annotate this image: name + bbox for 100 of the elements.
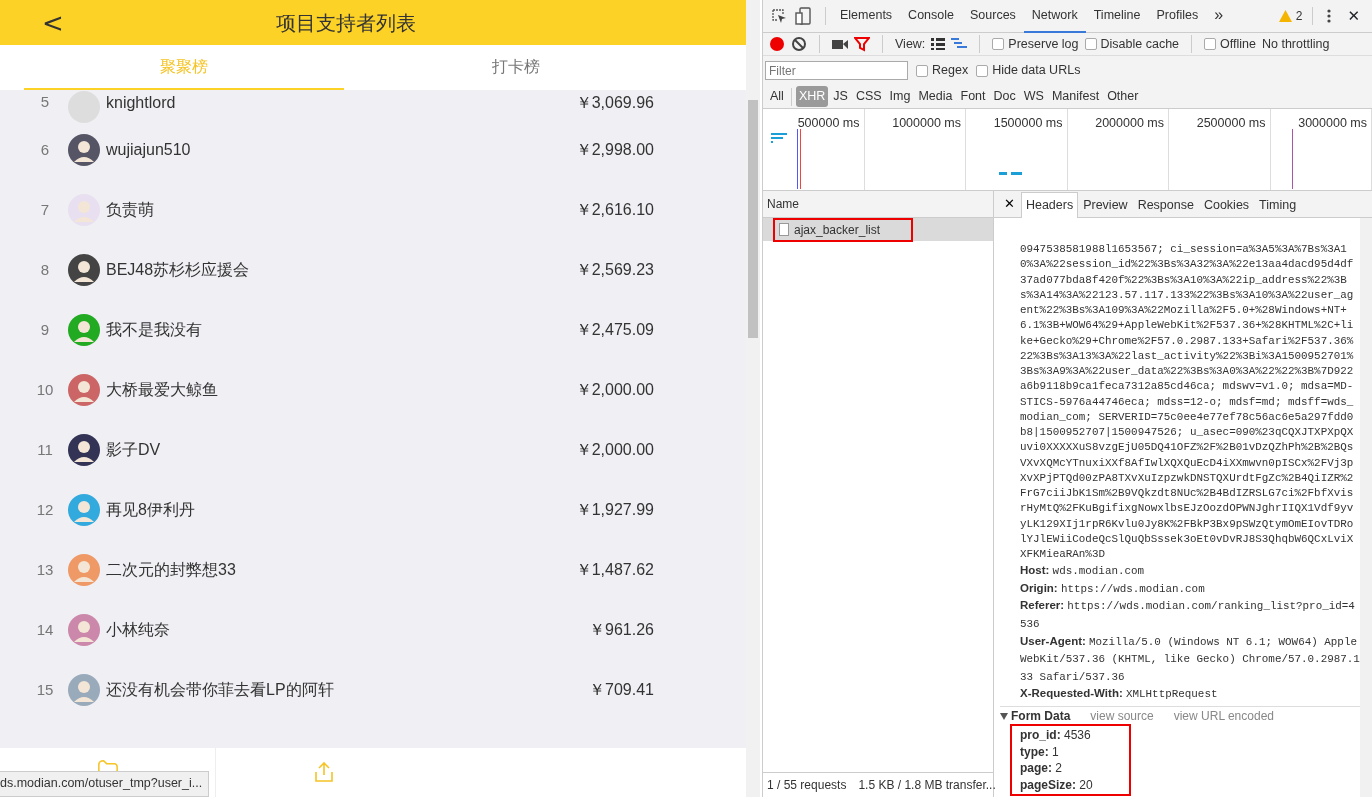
checkbox[interactable] (1204, 38, 1217, 50)
ranking-tab[interactable]: 打卡榜 (344, 45, 688, 90)
page-title: 项目支持者列表 (275, 10, 416, 36)
cookie-text: 0947538581988l1653567; ci_session=a%3A5%3A%7Bs%3A1 (1020, 242, 1348, 257)
detail-tab[interactable]: Headers (1020, 192, 1079, 218)
back-button[interactable]: < (38, 7, 68, 38)
backer-name: wujiajun510 (106, 140, 191, 160)
filter-field[interactable]: Filter (765, 61, 908, 80)
type-filter[interactable]: Media (915, 86, 956, 107)
type-filter[interactable]: Other (1104, 86, 1142, 107)
rank-number: 13 (35, 559, 55, 580)
backer-name: BEJ48苏杉杉应援会 (106, 260, 250, 280)
filter-icon[interactable] (854, 36, 870, 52)
amount: ￥1,487.62 (575, 560, 655, 580)
panel-tab[interactable]: Elements (832, 0, 901, 33)
close-button[interactable]: ✕ (1339, 4, 1368, 28)
panel-tab[interactable]: Console (900, 0, 962, 33)
detail-tab[interactable]: Response (1132, 192, 1199, 218)
panel-tab[interactable]: Timeline (1085, 0, 1149, 33)
scrollbar[interactable] (746, 0, 760, 797)
share-icon (312, 760, 336, 784)
checkbox[interactable] (916, 64, 928, 77)
header-line: X-Requested-With: XMLHttpRequest (1020, 686, 1219, 703)
cookie-text: 37ad077bda8f420f%22%3Bs%3A10%3A%22ip_address%22%3B (1020, 272, 1348, 288)
tick-label: 2500000 ms (1169, 109, 1271, 190)
view-source-link[interactable]: view source (1090, 707, 1154, 725)
rank-number: 12 (35, 499, 55, 520)
waterfall-view-icon[interactable] (951, 38, 968, 50)
list-view-icon[interactable] (931, 38, 946, 50)
request-row[interactable]: ajax_backer_list (763, 218, 993, 241)
throttling-select[interactable]: No throttling (1261, 34, 1330, 54)
header-line: Host: wds.modian.com (1020, 563, 1146, 580)
device-icon[interactable] (795, 7, 811, 25)
backer-name: 大桥最爱大鲸鱼 (106, 380, 218, 400)
rank-number: 11 (36, 439, 54, 460)
cookie-text: VXvXQMcYTnuxiXXf8AfIwlXQXQuEcD4iXXmwvn0pISCx%2FVj3p (1020, 455, 1355, 471)
cookie-text: 3Bs%3A9%3A%22user_data%22%3Bs%3A0%3A%22%22%3B%7D922 (1020, 364, 1355, 379)
amount: ￥2,616.10 (575, 200, 655, 220)
checkbox[interactable] (1084, 38, 1097, 50)
backer-name: 二次元的封弊想33 (106, 560, 236, 580)
rank-number: 6 (39, 139, 51, 160)
backer-name: 还没有机会带你菲去看LP的阿轩 (106, 680, 334, 700)
close-button[interactable]: ✕ (998, 193, 1021, 217)
detail-tab[interactable]: Cookies (1198, 192, 1255, 218)
amount: ￥2,475.09 (575, 320, 655, 340)
checkbox[interactable] (992, 38, 1005, 50)
avatar-icon (68, 314, 100, 346)
cookie-text: lYJlEWiiCodeQcSlQuQbSssek3oEt0vDvRJ8S3QhqbW6QCxLviX (1020, 531, 1355, 547)
inspect-icon[interactable] (771, 8, 787, 24)
checkbox-label: Preserve log (1008, 35, 1079, 53)
request-name: ajax_backer_list (794, 221, 881, 239)
detail-tab[interactable]: Timing (1254, 192, 1302, 218)
form-field: type: 1 (1020, 743, 1121, 760)
link-tooltip: ds.modian.com/otuser_tmp?user_i... (0, 771, 210, 797)
header-line: User-Agent: Mozilla/5.0 (Windows NT 6.1; WOW64) AppleWebKit/537.36 (KHTML, like Gecko) Chrome/57.0.2987.133 Safari/537.36 (1020, 633, 1360, 685)
form-field: page: 2 (1020, 760, 1121, 777)
avatar-icon (68, 434, 100, 466)
cookie-text: 0%3A%22session_id%22%3Bs%3A32%3A%22e13aa4dacd95d4df (1020, 257, 1355, 273)
type-filter[interactable]: All (767, 86, 787, 107)
detail-tab[interactable]: Preview (1078, 192, 1133, 218)
checkbox-label: Disable cache (1100, 35, 1180, 53)
clear-icon[interactable] (791, 36, 807, 52)
backer-name: 再见8伊利丹 (106, 500, 195, 520)
cookie-text: 22%3Bs%3A13%3A%22last_activity%22%3Bi%3A1500952701% (1020, 348, 1355, 364)
avatar-icon (68, 614, 100, 646)
rank-number: 14 (35, 619, 55, 640)
type-filter[interactable]: Manifest (1048, 86, 1103, 107)
type-filter[interactable]: CSS (852, 86, 885, 107)
panel-tab[interactable]: Profiles (1148, 0, 1207, 33)
avatar-icon (68, 674, 100, 706)
amount: ￥3,069.96 (575, 93, 655, 113)
checkbox[interactable] (976, 64, 989, 77)
amount: ￥2,000.00 (575, 380, 655, 400)
amount: ￥709.41 (589, 680, 655, 700)
rank-number: 7 (39, 199, 51, 220)
type-filter[interactable]: Font (957, 86, 989, 107)
cookie-text: uvi0XXXXXuS8vzgEjU05DQ41OFZ%2F%2B01vDzQZhPh%2B%2BQs (1020, 440, 1355, 456)
section-toggle[interactable]: Form Data (1000, 707, 1071, 725)
column-header: Name (763, 191, 993, 218)
cookie-text: 6.1%3B+WOW64%29+AppleWebKit%2F537.36+%28KHTML%2C+li (1020, 318, 1355, 334)
amount: ￥961.26 (589, 620, 655, 640)
cookie-text: s%3A14%3A%22123.57.117.133%22%3Bs%3A10%3A%22user_ag (1020, 287, 1355, 303)
cookie-text: FrG7ciiJbK1Sm%2B9VQkzdt8NUc%2B4BdIZRSLG7ci%2FbfXvis (1020, 486, 1355, 501)
type-filter[interactable]: JS (830, 86, 851, 107)
more-tabs-button[interactable]: » (1206, 0, 1232, 33)
camera-icon[interactable] (832, 38, 848, 50)
backer-name: 我不是我没有 (106, 320, 202, 340)
avatar-icon (68, 374, 100, 406)
form-field: pro_id: 4536 (1020, 727, 1121, 744)
view-encoded-link[interactable]: view URL encoded (1173, 707, 1274, 725)
record-icon[interactable] (769, 36, 785, 52)
amount: ￥2,569.23 (575, 260, 655, 280)
cookie-text: rHyMtQ%2FKuBgifixgNowxlbsEJzOozdOPWNJghrIIQX1Vdf9yv (1020, 501, 1355, 517)
rank-number: 8 (39, 259, 51, 280)
scrollbar[interactable] (1360, 218, 1372, 797)
type-filter[interactable]: Img (886, 86, 914, 107)
panel-tab[interactable]: Sources (962, 0, 1024, 33)
type-filter[interactable]: Doc (990, 86, 1019, 107)
cookie-text: XvXPjPTQd00zPA8TXvXuIzpzwkDNSTQXUrdtFgZc%2B4QiIZR%2 (1020, 470, 1355, 486)
type-filter[interactable]: WS (1020, 86, 1047, 107)
